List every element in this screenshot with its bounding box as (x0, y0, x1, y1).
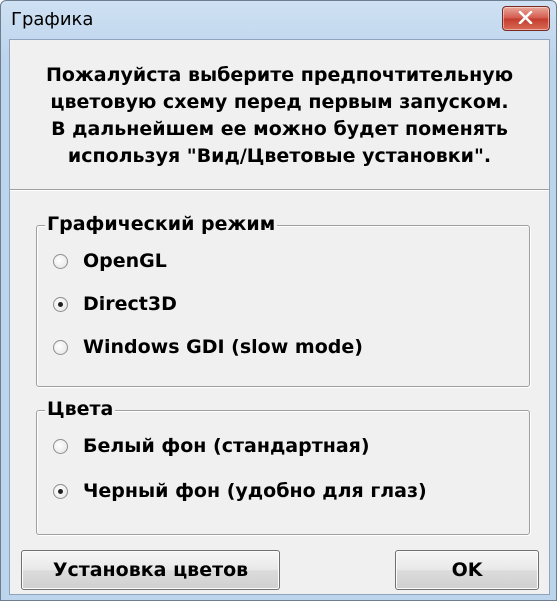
radio-label-direct3d[interactable]: Direct3D (83, 293, 177, 315)
radio-button-icon[interactable] (53, 339, 68, 355)
radio-label-opengl[interactable]: OpenGL (83, 250, 167, 272)
radio-button-icon[interactable] (53, 438, 68, 454)
radio-white-background[interactable]: Белый фон (стандартная) (53, 433, 370, 459)
intro-line: цветовую схему перед первым запуском. (50, 91, 509, 113)
radio-label-white-background[interactable]: Белый фон (стандартная) (83, 435, 370, 457)
intro-line: Пожалуйста выберите предпочтительную (45, 64, 514, 86)
radio-button-checked-icon[interactable] (53, 483, 68, 499)
dialog-window: Графика Пожалуйста выберите предпочтител… (0, 0, 557, 601)
graphics-mode-group: Графический режим OpenGL Direct3D Window… (36, 212, 530, 387)
ok-button[interactable]: OK (395, 550, 539, 590)
radio-opengl[interactable]: OpenGL (53, 248, 167, 274)
close-button[interactable] (502, 6, 550, 31)
intro-text: Пожалуйста выберите предпочтительную цве… (18, 62, 541, 170)
window-title: Графика (11, 9, 94, 30)
separator (10, 189, 549, 191)
title-bar[interactable]: Графика (1, 1, 556, 41)
radio-button-icon[interactable] (53, 253, 68, 269)
dialog-body: Пожалуйста выберите предпочтительную цве… (9, 39, 550, 595)
intro-line: используя "Вид/Цветовые установки". (67, 145, 492, 167)
radio-black-background[interactable]: Черный фон (удобно для глаз) (53, 478, 427, 504)
colors-group: Цвета Белый фон (стандартная) Черный фон… (36, 397, 530, 535)
intro-line: В дальнейшем ее можно будет поменять (51, 118, 508, 140)
radio-button-checked-icon[interactable] (53, 296, 68, 312)
radio-direct3d[interactable]: Direct3D (53, 291, 177, 317)
radio-windows-gdi[interactable]: Windows GDI (slow mode) (53, 334, 363, 360)
graphics-mode-legend: Графический режим (45, 212, 278, 236)
colors-legend: Цвета (45, 397, 116, 421)
radio-label-black-background[interactable]: Черный фон (удобно для глаз) (83, 480, 427, 502)
radio-label-windows-gdi[interactable]: Windows GDI (slow mode) (83, 336, 363, 358)
color-settings-button[interactable]: Установка цветов (21, 550, 280, 590)
close-icon (518, 11, 533, 24)
